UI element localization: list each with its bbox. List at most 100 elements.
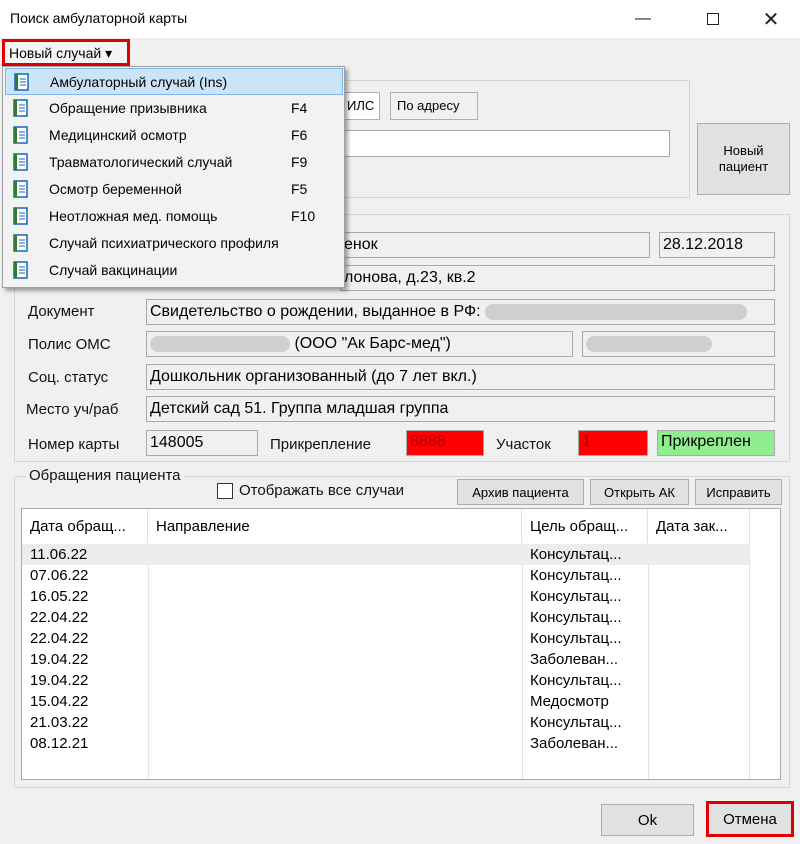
search-input[interactable] bbox=[340, 130, 670, 157]
document-label: Документ bbox=[28, 303, 95, 320]
document-icon bbox=[13, 99, 28, 117]
menu-item-shortcut: F6 bbox=[291, 127, 308, 143]
document-icon bbox=[13, 153, 28, 171]
cell-date: 08.12.21 bbox=[30, 735, 89, 752]
oms-field: (ООО "Ак Барс-мед") bbox=[146, 331, 573, 357]
menu-item-label: Осмотр беременной bbox=[49, 181, 182, 197]
open-card-button[interactable]: Открыть АК bbox=[590, 479, 689, 505]
cell-purpose: Консультац... bbox=[530, 588, 622, 605]
maximize-button[interactable] bbox=[690, 0, 736, 38]
new-case-dropdown: Амбулаторный случай (Ins) Обращение приз… bbox=[2, 66, 345, 288]
menu-item-shortcut: F5 bbox=[291, 181, 308, 197]
cell-purpose: Консультац... bbox=[530, 714, 622, 731]
card-number-label: Номер карты bbox=[28, 436, 120, 453]
redacted-document-number bbox=[485, 303, 748, 320]
window-title: Поиск амбулаторной карты bbox=[10, 10, 188, 26]
birth-date-field: 28.12.2018 bbox=[659, 232, 775, 258]
menu-item-label: Неотложная мед. помощь bbox=[49, 208, 218, 224]
cell-purpose: Заболеван... bbox=[530, 735, 619, 752]
cell-purpose: Консультац... bbox=[530, 609, 622, 626]
cell-purpose: Консультац... bbox=[530, 630, 622, 647]
workplace-label: Место уч/раб bbox=[26, 401, 119, 418]
menu-item-label: Травматологический случай bbox=[49, 154, 233, 170]
show-all-label: Отображать все случаи bbox=[239, 482, 404, 499]
cell-date: 15.04.22 bbox=[30, 693, 89, 710]
table-row[interactable]: 08.12.21 Заболеван... bbox=[22, 733, 749, 754]
cell-purpose: Заболеван... bbox=[530, 651, 619, 668]
card-number-field: 148005 bbox=[146, 430, 258, 456]
menu-item-label: Случай вакцинации bbox=[49, 262, 178, 278]
tab-ils[interactable]: ИЛС bbox=[340, 92, 380, 120]
cell-date: 22.04.22 bbox=[30, 630, 89, 647]
menu-item-trauma-case[interactable]: Травматологический случай F9 bbox=[5, 149, 343, 176]
menu-item-label: Обращение призывника bbox=[49, 100, 207, 116]
document-value: Свидетельство о рождении, выданное в РФ: bbox=[150, 303, 481, 320]
menu-item-shortcut: F4 bbox=[291, 100, 308, 116]
table-row[interactable]: 15.04.22 Медосмотр bbox=[22, 691, 749, 712]
visits-table[interactable]: Дата обращ... Направление Цель обращ... … bbox=[21, 508, 781, 780]
table-row[interactable]: 16.05.22 Консультац... bbox=[22, 586, 749, 607]
patient-archive-button[interactable]: Архив пациента bbox=[457, 479, 584, 505]
fix-button[interactable]: Исправить bbox=[695, 479, 782, 505]
oms-extra-field bbox=[582, 331, 775, 357]
document-icon bbox=[13, 180, 28, 198]
menu-item-label: Медицинский осмотр bbox=[49, 127, 187, 143]
column-header-purpose[interactable]: Цель обращ... bbox=[522, 509, 648, 543]
document-icon bbox=[14, 73, 29, 91]
patient-name-field: енок bbox=[340, 232, 650, 258]
cell-date: 21.03.22 bbox=[30, 714, 89, 731]
district-field: 1 bbox=[578, 430, 648, 456]
document-icon bbox=[13, 207, 28, 225]
tab-by-address[interactable]: По адресу bbox=[390, 92, 478, 120]
show-all-checkbox[interactable] bbox=[217, 483, 233, 499]
close-icon: ✕ bbox=[762, 8, 780, 31]
social-status-label: Соц. статус bbox=[28, 369, 109, 386]
table-row[interactable]: 07.06.22 Консультац... bbox=[22, 565, 749, 586]
table-row[interactable]: 19.04.22 Заболеван... bbox=[22, 649, 749, 670]
cell-date: 19.04.22 bbox=[30, 672, 89, 689]
cancel-button[interactable]: Отмена bbox=[706, 801, 794, 837]
document-icon bbox=[13, 126, 28, 144]
redacted-oms-number bbox=[150, 335, 290, 352]
ok-button[interactable]: Ok bbox=[601, 804, 694, 836]
menu-item-shortcut: F9 bbox=[291, 154, 308, 170]
cell-date: 19.04.22 bbox=[30, 651, 89, 668]
visits-group-title: Обращения пациента bbox=[26, 467, 184, 484]
document-icon bbox=[13, 261, 28, 279]
menu-item-emergency-care[interactable]: Неотложная мед. помощь F10 bbox=[5, 203, 343, 230]
district-label: Участок bbox=[496, 436, 551, 453]
attached-status-badge: Прикреплен bbox=[657, 430, 775, 456]
new-patient-label: Новый пациент bbox=[718, 143, 769, 174]
cell-purpose: Медосмотр bbox=[530, 693, 609, 710]
table-row[interactable]: 11.06.22 Консультац... bbox=[22, 544, 749, 565]
menu-item-medical-exam[interactable]: Медицинский осмотр F6 bbox=[5, 122, 343, 149]
menu-item-pregnancy-exam[interactable]: Осмотр беременной F5 bbox=[5, 176, 343, 203]
cell-date: 11.06.22 bbox=[30, 546, 88, 563]
cell-purpose: Консультац... bbox=[530, 546, 622, 563]
table-row[interactable]: 22.04.22 Консультац... bbox=[22, 628, 749, 649]
table-row[interactable]: 22.04.22 Консультац... bbox=[22, 607, 749, 628]
menu-item-conscript[interactable]: Обращение призывника F4 bbox=[5, 95, 343, 122]
close-button[interactable]: ✕ bbox=[748, 0, 794, 38]
table-row[interactable]: 21.03.22 Консультац... bbox=[22, 712, 749, 733]
menu-item-label: Случай психиатрического профиля bbox=[49, 235, 279, 251]
minimize-icon: — bbox=[635, 10, 651, 27]
new-patient-button[interactable]: Новый пациент bbox=[697, 123, 790, 195]
column-header-date[interactable]: Дата обращ... bbox=[22, 509, 148, 543]
column-header-closed-date[interactable]: Дата зак... bbox=[648, 509, 750, 543]
cell-purpose: Консультац... bbox=[530, 672, 622, 689]
minimize-button[interactable]: — bbox=[620, 0, 666, 38]
oms-value: (ООО "Ак Барс-мед") bbox=[294, 335, 451, 352]
menu-item-ambulatory-case[interactable]: Амбулаторный случай (Ins) bbox=[5, 68, 343, 95]
redacted-oms-extra bbox=[586, 335, 712, 352]
attachment-field: 8888 bbox=[406, 430, 484, 456]
column-header-direction[interactable]: Направление bbox=[148, 509, 522, 543]
menu-item-vaccination-case[interactable]: Случай вакцинации bbox=[5, 257, 343, 284]
menu-item-shortcut: F10 bbox=[291, 208, 316, 224]
attachment-label: Прикрепление bbox=[270, 436, 371, 453]
menu-new-case[interactable]: Новый случай ▾ bbox=[2, 39, 130, 66]
maximize-icon bbox=[707, 13, 719, 25]
document-field: Свидетельство о рождении, выданное в РФ: bbox=[146, 299, 775, 325]
menu-item-psychiatric-case[interactable]: Случай психиатрического профиля bbox=[5, 230, 343, 257]
table-row[interactable]: 19.04.22 Консультац... bbox=[22, 670, 749, 691]
